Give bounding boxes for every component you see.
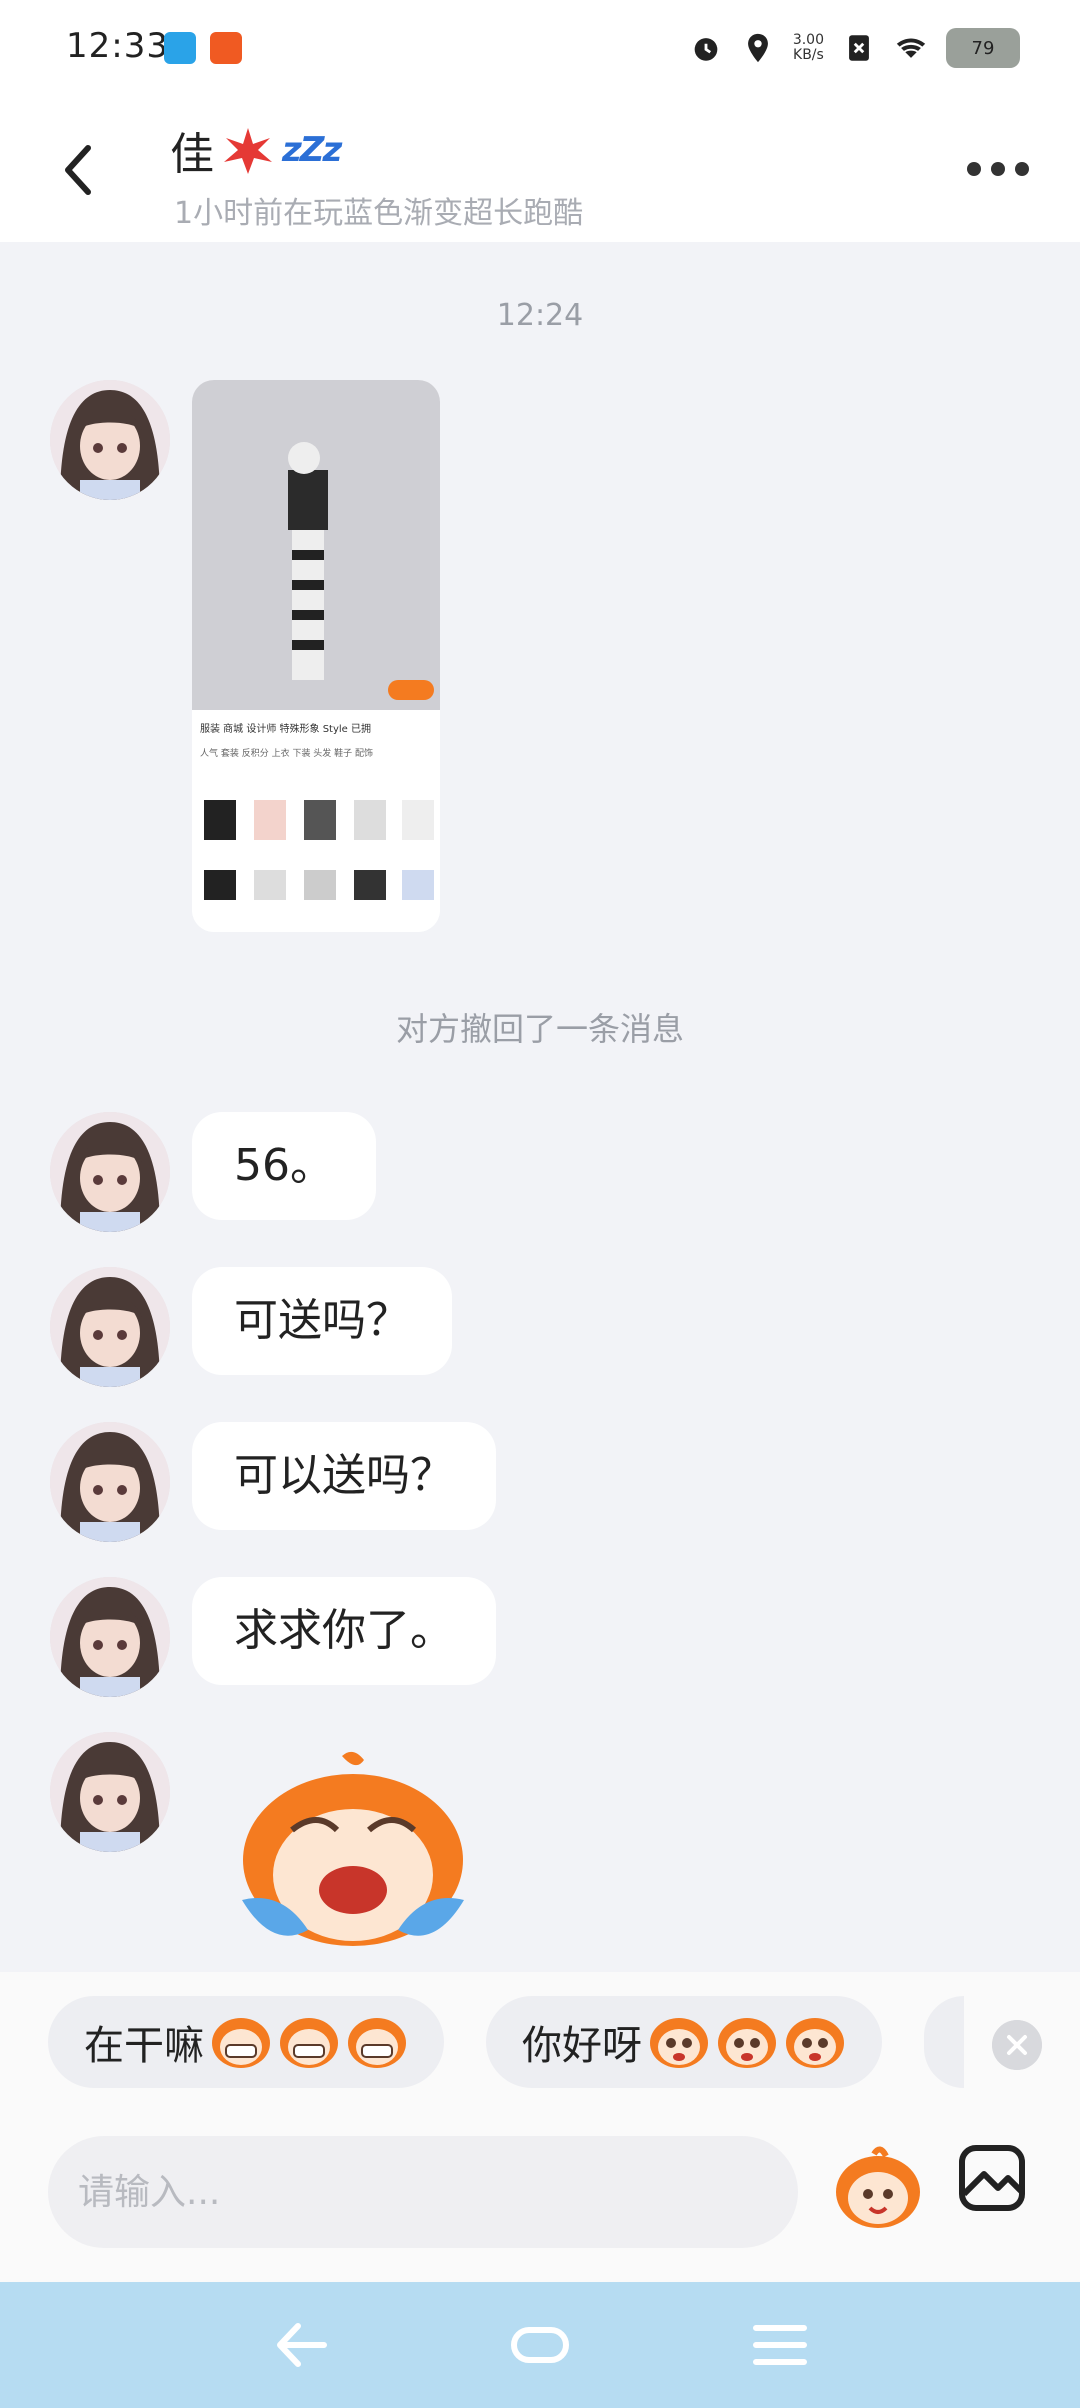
nav-back-icon[interactable] bbox=[268, 2316, 332, 2374]
contact-avatar[interactable] bbox=[50, 1267, 170, 1387]
contact-avatar[interactable] bbox=[50, 1732, 170, 1852]
recall-notice: 对方撤回了一条消息 bbox=[395, 1010, 684, 1048]
contact-title[interactable]: 佳 zZz bbox=[170, 118, 342, 182]
broadcast-notification-icon bbox=[164, 32, 196, 64]
quick-reply-label: 你好呀 bbox=[522, 2023, 642, 2069]
input-bar bbox=[0, 2122, 1080, 2282]
status-bar: 12:33 3.00 KB/s 79 bbox=[0, 0, 1080, 100]
wifi-icon bbox=[896, 38, 926, 58]
wave-monkey-icon bbox=[650, 2018, 708, 2068]
app-notification-icon bbox=[210, 32, 242, 64]
chat-header: 佳 zZz 1小时前在玩蓝色渐变超长跑酷 bbox=[0, 100, 1080, 242]
angry-emoji-icon bbox=[224, 128, 272, 174]
image-gallery-icon[interactable] bbox=[956, 2142, 1028, 2214]
svg-text:人气 套装 反积分 上衣 下装 头发 鞋子 配饰: 人气 套装 反积分 上衣 下装 头发 鞋子 配饰 bbox=[200, 747, 373, 759]
location-icon bbox=[747, 33, 768, 63]
image-message[interactable]: 服装 商城 设计师 特殊形象 Style 已拥 人气 套装 反积分 上衣 下装 … bbox=[192, 380, 440, 932]
svg-text:服装 商城 设计师 特殊形象 Style 已拥: 服装 商城 设计师 特殊形象 Style 已拥 bbox=[200, 722, 371, 735]
more-options-icon[interactable] bbox=[962, 156, 1034, 182]
message-timestamp: 12:24 bbox=[496, 298, 584, 333]
quick-reply-chip[interactable]: 你好呀 bbox=[486, 1996, 882, 2088]
nav-menu-icon[interactable] bbox=[748, 2316, 812, 2374]
message-bubble[interactable]: 可以送吗？ bbox=[192, 1422, 496, 1530]
chat-messages[interactable]: 12:24 服装 商城 设计师 特殊形象 Style 已拥 人气 套装 反积分 … bbox=[0, 242, 1080, 1972]
contact-status: 1小时前在玩蓝色渐变超长跑酷 bbox=[174, 196, 584, 231]
close-icon[interactable] bbox=[992, 2020, 1042, 2070]
grinning-monkey-icon bbox=[212, 2018, 270, 2068]
message-bubble[interactable]: 求求你了。 bbox=[192, 1577, 496, 1685]
message-input[interactable] bbox=[48, 2136, 798, 2248]
contact-avatar[interactable] bbox=[50, 1112, 170, 1232]
back-arrow-icon[interactable] bbox=[50, 140, 110, 200]
message-bubble[interactable]: 56。 bbox=[192, 1112, 376, 1220]
sim-off-icon bbox=[849, 35, 869, 61]
system-nav-bar bbox=[0, 2282, 1080, 2408]
alarm-icon bbox=[694, 38, 718, 61]
net-speed: 3.00 KB/s bbox=[792, 32, 824, 63]
contact-name: 佳 bbox=[170, 129, 214, 180]
wave-monkey-icon bbox=[786, 2018, 844, 2068]
quick-reply-label: 在干嘛 bbox=[84, 2023, 204, 2069]
crying-monkey-sticker[interactable] bbox=[222, 1750, 484, 1950]
quick-reply-bar: 在干嘛 你好呀 bbox=[0, 1972, 1080, 2122]
grinning-monkey-icon bbox=[280, 2018, 338, 2068]
sleep-emoji-icon: zZz bbox=[282, 130, 342, 170]
wave-monkey-icon bbox=[718, 2018, 776, 2068]
status-time: 12:33 bbox=[66, 26, 169, 66]
quick-reply-chip-partial[interactable] bbox=[924, 1996, 964, 2088]
grinning-monkey-icon bbox=[348, 2018, 406, 2068]
contact-avatar[interactable] bbox=[50, 380, 170, 500]
nav-home-icon[interactable] bbox=[508, 2316, 572, 2374]
contact-avatar[interactable] bbox=[50, 1422, 170, 1542]
emoji-monkey-icon[interactable] bbox=[830, 2140, 926, 2236]
message-bubble[interactable]: 可送吗？ bbox=[192, 1267, 452, 1375]
contact-avatar[interactable] bbox=[50, 1577, 170, 1697]
battery-icon: 79 bbox=[946, 28, 1020, 68]
quick-reply-chip[interactable]: 在干嘛 bbox=[48, 1996, 444, 2088]
